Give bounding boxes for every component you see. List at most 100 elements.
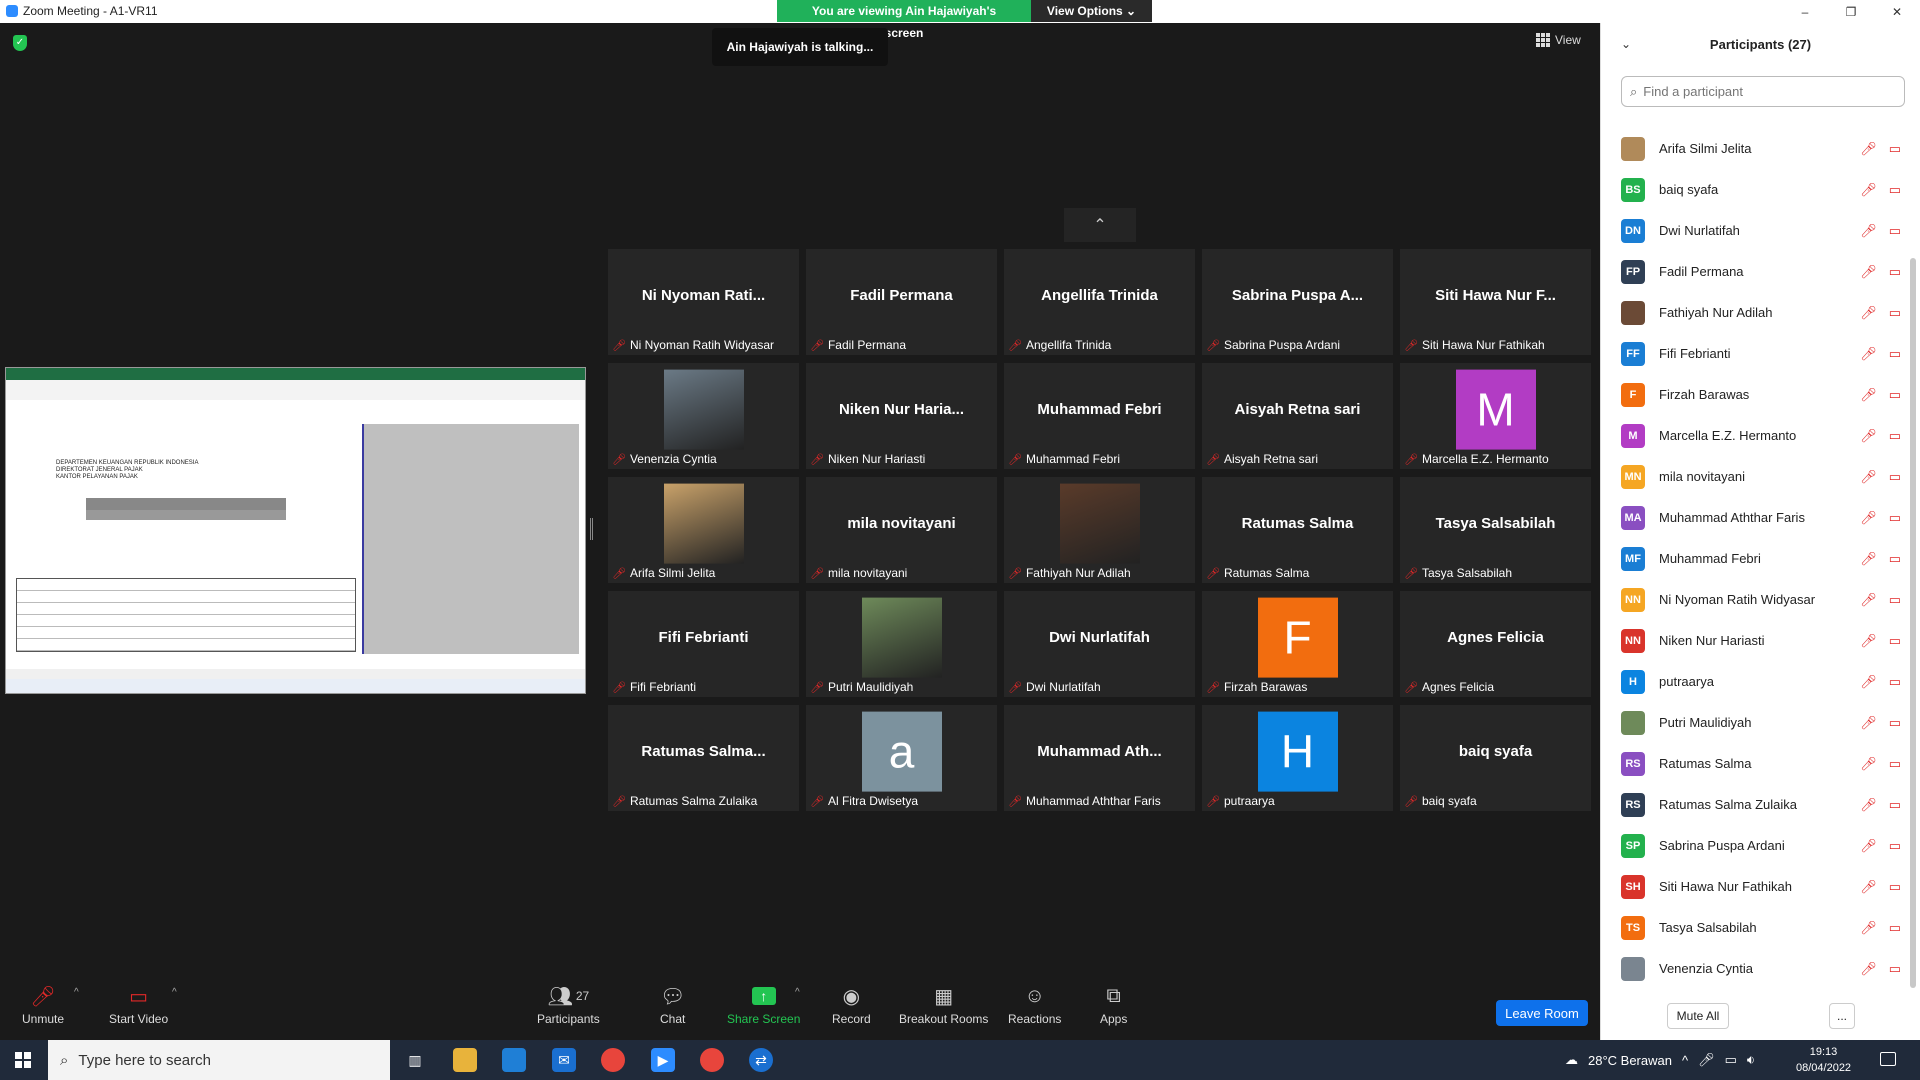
weather-text[interactable]: 28°C Berawan <box>1588 1053 1672 1068</box>
muted-mic-icon: 🎤︎ <box>1860 632 1877 648</box>
chevron-up-icon[interactable]: ^ <box>1682 1053 1688 1068</box>
participant-row[interactable]: RS Ratumas Salma Zulaika 🎤︎ ▭ <box>1621 784 1901 825</box>
more-options-button[interactable]: ... <box>1829 1003 1855 1029</box>
participant-row[interactable]: Hputraarya 🎤︎ ▭ <box>1621 661 1901 702</box>
participant-search-input[interactable] <box>1643 84 1884 99</box>
muted-mic-icon: 🎤︎ <box>612 567 626 580</box>
chat-button[interactable]: 💬︎ Chat <box>660 984 685 1027</box>
video-tile[interactable]: Dwi Nurlatifah 🎤︎ Dwi Nurlatifah <box>1004 591 1195 697</box>
video-tile[interactable]: Muhammad Ath... 🎤︎ Muhammad Aththar Faris <box>1004 705 1195 811</box>
share-screen-button[interactable]: ↑ Share Screen <box>727 984 800 1026</box>
video-tile[interactable]: Angellifa Trinida 🎤︎ Angellifa Trinida <box>1004 249 1195 355</box>
restore-button[interactable]: ❐ <box>1828 0 1874 23</box>
chrome-profile-icon[interactable] <box>700 1048 724 1072</box>
split-handle[interactable] <box>590 518 593 540</box>
encryption-shield-icon[interactable]: ✓ <box>13 35 27 51</box>
leave-room-button[interactable]: Leave Room <box>1496 1000 1588 1026</box>
close-button[interactable]: ✕ <box>1874 0 1920 23</box>
participant-search[interactable]: ⌕ <box>1621 76 1905 107</box>
video-tile[interactable]: 🎤︎ Putri Maulidiyah <box>806 591 997 697</box>
video-tile[interactable]: mila novitayani 🎤︎ mila novitayani <box>806 477 997 583</box>
mic-tray-icon[interactable]: 🎤︎ <box>1698 1052 1715 1068</box>
windows-start-icon[interactable] <box>15 1052 31 1068</box>
network-icon[interactable]: ▭ <box>1725 1052 1737 1068</box>
participant-row[interactable]: MN mila novitayani 🎤︎ ▭ <box>1621 456 1901 497</box>
participant-row[interactable]: RS Ratumas Salma 🎤︎ ▭ <box>1621 743 1901 784</box>
reactions-button[interactable]: ☺︎ Reactions <box>1008 984 1061 1027</box>
view-button[interactable]: View <box>1536 33 1581 47</box>
participant-row[interactable]: FP Fadil Permana 🎤︎ ▭ <box>1621 251 1901 292</box>
video-tile[interactable]: Ratumas Salma... 🎤︎ Ratumas Salma Zulaika <box>608 705 799 811</box>
start-video-button[interactable]: ▭ Start Video <box>109 984 168 1027</box>
breakout-rooms-button[interactable]: ▦ Breakout Rooms <box>899 984 988 1027</box>
teamviewer-icon[interactable]: ⇄ <box>749 1048 773 1072</box>
video-tile[interactable]: Ratumas Salma 🎤︎ Ratumas Salma <box>1202 477 1393 583</box>
participant-row[interactable]: FF Fifi Febrianti 🎤︎ ▭ <box>1621 333 1901 374</box>
video-tile[interactable]: H 🎤︎ putraarya <box>1202 705 1393 811</box>
participant-row[interactable]: NN Niken Nur Hariasti 🎤︎ ▭ <box>1621 620 1901 661</box>
participant-row[interactable]: Fathiyah Nur Adilah 🎤︎ ▭ <box>1621 292 1901 333</box>
video-off-icon: ▭ <box>1888 714 1901 730</box>
volume-icon[interactable]: 🔉︎ <box>1747 1052 1755 1068</box>
audio-options-caret-icon[interactable]: ^ <box>74 987 79 998</box>
video-tile[interactable]: Aisyah Retna sari 🎤︎ Aisyah Retna sari <box>1202 363 1393 469</box>
zoom-taskbar-icon[interactable]: ▶ <box>651 1048 675 1072</box>
video-tile[interactable]: 🎤︎ Venenzia Cyntia <box>608 363 799 469</box>
video-tile[interactable]: Sabrina Puspa A... 🎤︎ Sabrina Puspa Ardani <box>1202 249 1393 355</box>
participants-button[interactable]: 👥︎ 27 Participants <box>537 984 600 1027</box>
video-tile[interactable]: F 🎤︎ Firzah Barawas <box>1202 591 1393 697</box>
video-tile[interactable]: Tasya Salsabilah 🎤︎ Tasya Salsabilah <box>1400 477 1591 583</box>
video-options-caret-icon[interactable]: ^ <box>172 987 177 998</box>
participant-row[interactable]: MF Muhammad Febri 🎤︎ ▭ <box>1621 538 1901 579</box>
clock[interactable]: 19:13 08/04/2022 <box>1796 1044 1851 1076</box>
avatar <box>1621 956 1645 981</box>
collapse-gallery-button[interactable]: ⌃ <box>1064 208 1136 242</box>
video-tile[interactable]: Fifi Febrianti 🎤︎ Fifi Febrianti <box>608 591 799 697</box>
participant-row[interactable]: M Marcella E.Z. Hermanto 🎤︎ ▭ <box>1621 415 1901 456</box>
tile-label: 🎤︎ Siti Hawa Nur Fathikah <box>1404 338 1545 352</box>
shared-screen[interactable]: DEPARTEMEN KEUANGAN REPUBLIK INDONESIA D… <box>5 367 586 694</box>
video-tile[interactable]: Muhammad Febri 🎤︎ Muhammad Febri <box>1004 363 1195 469</box>
video-tile[interactable]: a 🎤︎ Al Fitra Dwisetya <box>806 705 997 811</box>
task-view-icon[interactable]: ▥ <box>403 1048 427 1072</box>
participant-row[interactable]: Venenzia Cyntia 🎤︎ ▭ <box>1621 948 1901 989</box>
participant-row[interactable]: SP Sabrina Puspa Ardani 🎤︎ ▭ <box>1621 825 1901 866</box>
video-tile[interactable]: Fadil Permana 🎤︎ Fadil Permana <box>806 249 997 355</box>
file-explorer-icon[interactable] <box>453 1048 477 1072</box>
video-tile[interactable]: Ni Nyoman Rati... 🎤︎ Ni Nyoman Ratih Widya… <box>608 249 799 355</box>
meeting-toolbar: 🎤︎ Unmute ^ ▭ Start Video ^ 👥︎ 27 Partic… <box>0 972 1600 1040</box>
muted-mic-icon: 🎤︎ <box>810 795 824 808</box>
participant-row[interactable]: Putri Maulidiyah 🎤︎ ▭ <box>1621 702 1901 743</box>
unmute-button[interactable]: 🎤︎ Unmute <box>22 984 64 1027</box>
chrome-icon[interactable] <box>601 1048 625 1072</box>
taskbar-search[interactable]: ⌕ Type here to search <box>48 1040 390 1080</box>
participant-row[interactable]: MA Muhammad Aththar Faris 🎤︎ ▭ <box>1621 497 1901 538</box>
record-button[interactable]: ◉ Record <box>832 984 871 1027</box>
participant-row[interactable]: Arifa Silmi Jelita 🎤︎ ▭ <box>1621 128 1901 169</box>
mute-all-button[interactable]: Mute All <box>1667 1003 1729 1029</box>
video-tile[interactable]: Agnes Felicia 🎤︎ Agnes Felicia <box>1400 591 1591 697</box>
video-tile[interactable]: 🎤︎ Arifa Silmi Jelita <box>608 477 799 583</box>
share-options-caret-icon[interactable]: ^ <box>795 987 800 998</box>
view-options-button[interactable]: View Options ⌄ <box>1031 0 1152 22</box>
participant-row[interactable]: SH Siti Hawa Nur Fathikah 🎤︎ ▭ <box>1621 866 1901 907</box>
participant-row[interactable]: TS Tasya Salsabilah 🎤︎ ▭ <box>1621 907 1901 948</box>
store-icon[interactable] <box>502 1048 526 1072</box>
video-tile[interactable]: Siti Hawa Nur F... 🎤︎ Siti Hawa Nur Fathik… <box>1400 249 1591 355</box>
video-off-icon: ▭ <box>129 985 149 1008</box>
apps-button[interactable]: ⧉ Apps <box>1100 984 1127 1027</box>
participant-list-scrollbar[interactable] <box>1910 258 1916 988</box>
participant-row[interactable]: F Firzah Barawas 🎤︎ ▭ <box>1621 374 1901 415</box>
participant-row[interactable]: BS baiq syafa 🎤︎ ▭ <box>1621 169 1901 210</box>
participant-row[interactable]: NN Ni Nyoman Ratih Widyasar 🎤︎ ▭ <box>1621 579 1901 620</box>
notification-icon[interactable] <box>1880 1052 1896 1066</box>
minimize-button[interactable]: – <box>1782 0 1828 23</box>
video-tile[interactable]: Niken Nur Haria... 🎤︎ Niken Nur Hariasti <box>806 363 997 469</box>
participant-row[interactable]: DN Dwi Nurlatifah 🎤︎ ▭ <box>1621 210 1901 251</box>
muted-mic-icon: 🎤︎ <box>1860 304 1877 320</box>
video-tile[interactable]: 🎤︎ Fathiyah Nur Adilah <box>1004 477 1195 583</box>
video-tile[interactable]: M 🎤︎ Marcella E.Z. Hermanto <box>1400 363 1591 469</box>
video-tile[interactable]: baiq syafa 🎤︎ baiq syafa <box>1400 705 1591 811</box>
muted-mic-icon: 🎤︎ <box>1008 795 1022 808</box>
mail-icon[interactable]: ✉ <box>552 1048 576 1072</box>
